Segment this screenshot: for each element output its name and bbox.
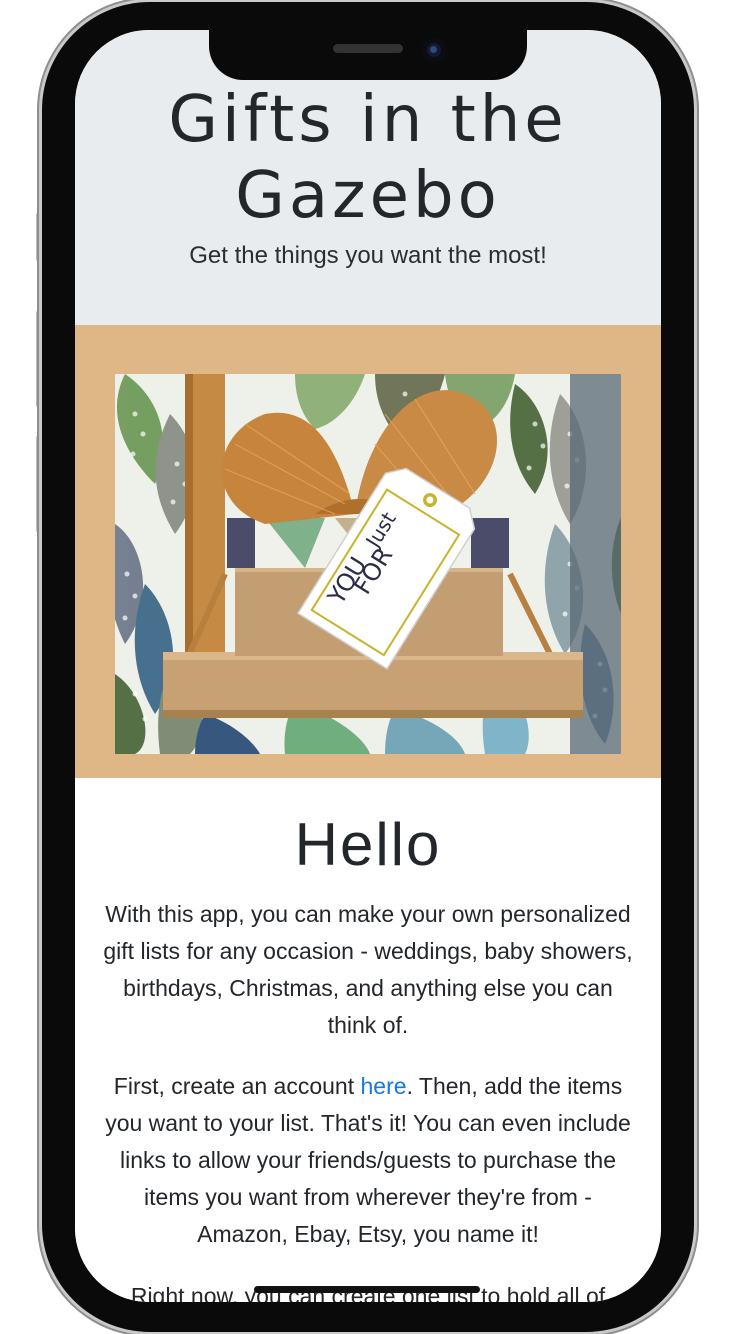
instructions-paragraph: First, create an account here. Then, add…: [103, 1068, 633, 1253]
speaker-grille: [333, 44, 403, 53]
hello-heading: Hello: [294, 811, 442, 878]
instructions-text-start: First, create an account: [113, 1073, 361, 1099]
notch: [209, 30, 527, 80]
hero-section: Just FOR YOU: [75, 325, 661, 778]
main-content: Hello With this app, you can make your o…: [75, 778, 661, 1302]
intro-paragraph: With this app, you can make your own per…: [103, 901, 633, 1038]
site-title: Gifts in the Gazebo: [168, 83, 568, 233]
camera-icon: [422, 38, 446, 62]
home-indicator[interactable]: [254, 1286, 480, 1293]
instructions-text-end: . Then, add the items you want to your l…: [105, 1073, 631, 1247]
gift-box-photo: Just FOR YOU: [115, 374, 621, 754]
create-account-link[interactable]: here: [361, 1073, 407, 1099]
phone-screen: Gifts in the Gazebo Get the things you w…: [75, 30, 661, 1302]
tagline: Get the things you want the most!: [189, 242, 547, 269]
